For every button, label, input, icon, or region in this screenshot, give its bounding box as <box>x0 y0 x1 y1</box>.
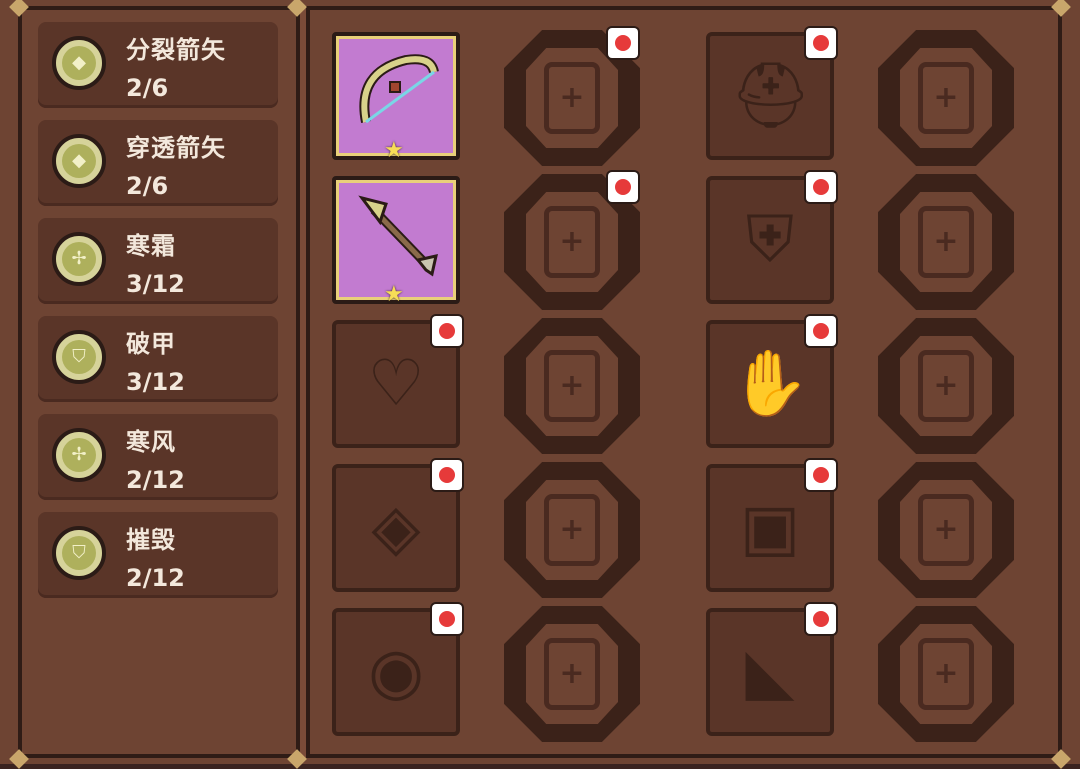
empty-card-slot[interactable]: + <box>504 318 640 454</box>
star-icon: ★ <box>384 282 404 307</box>
belt-icon: ▣ <box>739 491 801 565</box>
notification-dot <box>432 316 462 346</box>
notification-dot <box>806 316 836 346</box>
skill-item[interactable]: ⛉ 破甲 3/12 <box>38 316 278 402</box>
skill-item[interactable]: ◆ 分裂箭矢 2/6 <box>38 22 278 108</box>
plus-icon: + <box>559 368 585 403</box>
empty-card-slot[interactable]: + <box>878 462 1014 598</box>
cold-wind-icon: ✢ <box>52 428 106 482</box>
plus-icon: + <box>933 512 959 547</box>
empty-card-slot[interactable]: + <box>878 174 1014 310</box>
skill-level: 2/12 <box>126 564 185 592</box>
plus-icon: + <box>559 512 585 547</box>
helmet-icon: ⛑ <box>730 59 812 133</box>
plus-icon: + <box>559 656 585 691</box>
plus-icon: + <box>559 80 585 115</box>
skill-level: 3/12 <box>126 270 185 298</box>
notification-dot <box>608 172 638 202</box>
skill-level: 2/6 <box>126 172 169 200</box>
empty-card-slot[interactable]: + <box>504 606 640 742</box>
amulet-icon: ◈ <box>371 491 421 565</box>
notification-dot <box>432 460 462 490</box>
empty-card-slot[interactable]: + <box>878 606 1014 742</box>
skill-item[interactable]: ⛉ 摧毁 2/12 <box>38 512 278 598</box>
destroy-icon: ⛉ <box>52 526 106 580</box>
notification-dot <box>432 604 462 634</box>
skill-name: 破甲 <box>126 330 176 358</box>
arrow-icon <box>358 195 438 277</box>
equipped-bow-slot[interactable]: ★ <box>332 32 460 163</box>
notification-dot <box>806 604 836 634</box>
empty-card-slot[interactable]: + <box>504 462 640 598</box>
plus-icon: + <box>933 656 959 691</box>
skill-level: 3/12 <box>126 368 185 396</box>
skill-item[interactable]: ✢ 寒霜 3/12 <box>38 218 278 304</box>
skill-item[interactable]: ◆ 穿透箭矢 2/6 <box>38 120 278 206</box>
star-icon: ★ <box>384 138 404 163</box>
notification-dot <box>806 28 836 58</box>
plus-icon: + <box>933 80 959 115</box>
skill-item[interactable]: ✢ 寒风 2/12 <box>38 414 278 500</box>
necklace-icon: ♡ <box>367 347 425 421</box>
ring-icon: ◉ <box>368 635 424 709</box>
arrow-pierce-icon: ◆ <box>52 134 106 188</box>
panel-divider <box>296 6 310 758</box>
skill-name: 摧毁 <box>126 526 176 554</box>
notification-dot <box>608 28 638 58</box>
skill-name: 寒霜 <box>126 232 176 260</box>
skill-level: 2/6 <box>126 74 169 102</box>
frost-icon: ✢ <box>52 232 106 286</box>
arrow-split-icon: ◆ <box>52 36 106 90</box>
armor-break-icon: ⛉ <box>52 330 106 384</box>
armor-chest-icon: ⛨ <box>746 203 794 277</box>
plus-icon: + <box>933 224 959 259</box>
equipped-arrow-slot[interactable]: ★ <box>332 176 460 307</box>
skill-name: 穿透箭矢 <box>126 134 226 162</box>
notification-dot <box>806 172 836 202</box>
plus-icon: + <box>933 368 959 403</box>
empty-card-slot[interactable]: + <box>878 318 1014 454</box>
plus-icon: + <box>559 224 585 259</box>
boots-icon: ◣ <box>745 635 795 709</box>
gloves-icon: ✋ <box>730 347 810 421</box>
skill-name: 寒风 <box>126 428 176 456</box>
bow-icon <box>359 54 439 124</box>
notification-dot <box>806 460 836 490</box>
skill-name: 分裂箭矢 <box>126 36 226 64</box>
empty-card-slot[interactable]: + <box>878 30 1014 166</box>
skill-level: 2/12 <box>126 466 185 494</box>
